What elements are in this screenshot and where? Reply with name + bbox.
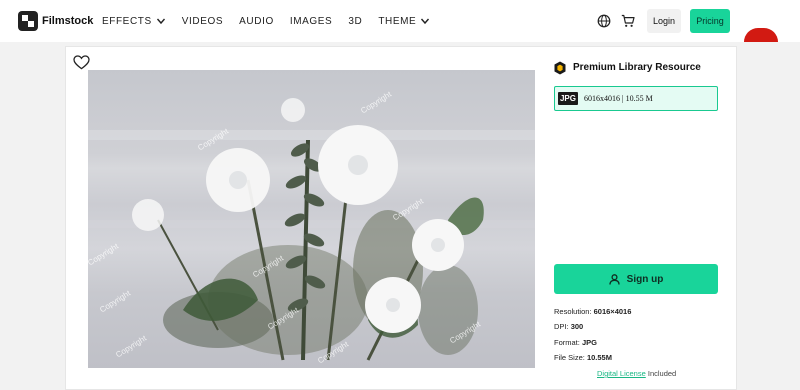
- dpi-value: 300: [570, 322, 584, 331]
- resolution-label: Resolution:: [554, 307, 592, 316]
- resolution-row: Resolution: 6016×4016: [554, 307, 631, 316]
- format-row: Format: JPG: [554, 338, 597, 347]
- digital-license-link[interactable]: Digital License: [597, 369, 646, 378]
- menu-item-label: THEME: [378, 15, 417, 27]
- premium-badge-icon: [554, 61, 566, 75]
- brand-logo[interactable]: Filmstock: [18, 11, 93, 31]
- top-nav: Filmstock EFFECTS VIDEOS AUDIO IMAGES 3D…: [0, 0, 800, 42]
- menu-item-label: AUDIO: [239, 15, 274, 27]
- filmstock-logo-icon: [18, 11, 38, 31]
- format-option[interactable]: JPG 6016x4016 | 10.55 M: [554, 86, 718, 111]
- menu-item-images[interactable]: IMAGES: [290, 16, 333, 27]
- globe-icon[interactable]: [597, 14, 611, 28]
- filesize-label: File Size:: [554, 353, 585, 362]
- filesize-value: 10.55M: [586, 353, 612, 362]
- format-badge: JPG: [558, 92, 578, 105]
- menu-item-label: VIDEOS: [181, 15, 224, 27]
- resolution-value: 6016×4016: [593, 307, 632, 316]
- menu-item-theme[interactable]: THEME: [378, 16, 430, 27]
- cart-icon[interactable]: [621, 14, 635, 28]
- license-suffix: Included: [645, 369, 677, 378]
- asset-preview-image: Copyright Copyright Copyright Copyright …: [88, 70, 535, 368]
- heart-icon[interactable]: [73, 55, 90, 70]
- format-value: JPG: [581, 338, 597, 347]
- menu-item-effects[interactable]: EFFECTS: [102, 16, 166, 27]
- panel-title: Premium Library Resource: [573, 62, 701, 73]
- sign-up-label: Sign up: [626, 273, 664, 285]
- license-note: Digital License Included: [597, 369, 676, 378]
- format-spec: 6016x4016 | 10.55 M: [584, 94, 653, 103]
- dpi-label: DPI:: [554, 322, 569, 331]
- menu-item-label: IMAGES: [289, 15, 333, 27]
- menu-item-label: EFFECTS: [102, 15, 152, 27]
- chevron-down-icon: [421, 18, 430, 25]
- dpi-row: DPI: 300: [554, 322, 583, 331]
- login-button[interactable]: Login: [647, 9, 681, 33]
- menu-item-label: 3D: [348, 15, 363, 27]
- main-menu: EFFECTS VIDEOS AUDIO IMAGES 3D THEME: [102, 0, 446, 42]
- sign-up-button[interactable]: Sign up: [554, 264, 718, 294]
- menu-item-3d[interactable]: 3D: [348, 16, 362, 27]
- filesize-row: File Size: 10.55M: [554, 353, 612, 362]
- chat-widget-badge[interactable]: [744, 28, 778, 42]
- chevron-down-icon: [156, 18, 165, 25]
- pricing-button[interactable]: Pricing: [690, 9, 730, 33]
- format-label: Format:: [554, 338, 580, 347]
- menu-item-audio[interactable]: AUDIO: [239, 16, 274, 27]
- menu-item-videos[interactable]: VIDEOS: [182, 16, 223, 27]
- brand-name: Filmstock: [42, 15, 94, 27]
- flower-photo: [88, 98, 535, 361]
- user-icon: [609, 273, 620, 285]
